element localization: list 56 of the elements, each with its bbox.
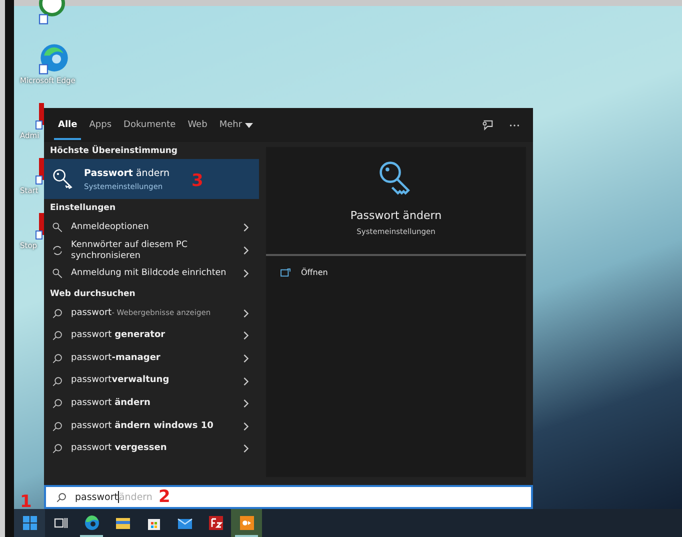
search-icon bbox=[52, 420, 63, 432]
search-icon bbox=[52, 330, 63, 342]
result-title: Passwort ändern bbox=[84, 168, 170, 178]
search-icon bbox=[56, 492, 67, 502]
feedback-icon[interactable] bbox=[481, 118, 494, 132]
open-window-icon bbox=[280, 268, 291, 277]
web-suggestion[interactable]: passwort ändern windows 10 bbox=[44, 414, 259, 438]
chevron-icon bbox=[243, 422, 249, 431]
preview-title: Passwort ändern bbox=[350, 209, 442, 222]
start-button[interactable] bbox=[14, 509, 45, 537]
settings-result[interactable]: Anmeldeoptionen bbox=[44, 216, 259, 239]
fz-logo-icon bbox=[208, 515, 224, 531]
folder-icon bbox=[114, 515, 130, 531]
tab[interactable]: Alle bbox=[52, 110, 84, 140]
file-icon[interactable] bbox=[35, 156, 44, 186]
chevron-icon bbox=[243, 354, 249, 363]
task-view-icon bbox=[52, 515, 68, 531]
web-suggestion[interactable]: passwort-manager bbox=[44, 347, 259, 370]
tab[interactable]: Mehr bbox=[213, 110, 260, 140]
app-icon bbox=[238, 515, 254, 531]
settings-result[interactable]: Anmeldung mit Bildcode einrichten bbox=[44, 262, 259, 285]
chevron-icon bbox=[243, 246, 249, 255]
section-heading: Einstellungen bbox=[49, 202, 116, 215]
search-icon bbox=[52, 376, 63, 387]
search-icon bbox=[52, 443, 63, 454]
annotation-number: 1 bbox=[20, 494, 32, 511]
search-icon bbox=[52, 398, 63, 410]
open-action[interactable]: Öffnen bbox=[280, 268, 328, 277]
chevron-icon bbox=[243, 399, 249, 408]
sync-icon bbox=[52, 245, 63, 256]
chevron-icon bbox=[243, 308, 249, 318]
web-suggestion[interactable]: passwort generator bbox=[44, 324, 259, 348]
tab[interactable]: Apps bbox=[83, 110, 118, 140]
tab[interactable]: Dokumente bbox=[118, 110, 182, 140]
annotation-number: 3 bbox=[191, 172, 204, 190]
search-icon bbox=[52, 352, 63, 364]
annotation-number: 2 bbox=[158, 488, 170, 506]
chevron-icon bbox=[243, 269, 249, 278]
web-suggestion[interactable]: passwortverwaltung bbox=[44, 370, 259, 392]
file-icon[interactable] bbox=[35, 211, 44, 241]
chevron-icon bbox=[243, 223, 249, 232]
section-heading: Web durchsuchen bbox=[49, 288, 136, 301]
web-suggestion[interactable]: passwort ändern bbox=[44, 392, 259, 415]
web-suggestion[interactable]: passwort vergessen bbox=[44, 438, 259, 460]
settings-result[interactable]: Kennwörter auf diesem PC synchronisieren bbox=[44, 239, 259, 262]
search-icon bbox=[52, 308, 63, 319]
taskbar-button[interactable] bbox=[231, 509, 262, 537]
tab[interactable]: Web bbox=[182, 110, 214, 140]
search-field[interactable]: passwortändern 2 bbox=[44, 485, 533, 509]
chevron-icon bbox=[243, 331, 249, 340]
chevron-icon bbox=[243, 444, 249, 454]
windows-logo-icon bbox=[22, 515, 38, 531]
file-icon[interactable] bbox=[35, 101, 44, 131]
edge-icon bbox=[84, 515, 100, 531]
chevron-icon bbox=[243, 376, 249, 386]
section-heading: Höchste Übereinstimmung bbox=[49, 144, 178, 158]
